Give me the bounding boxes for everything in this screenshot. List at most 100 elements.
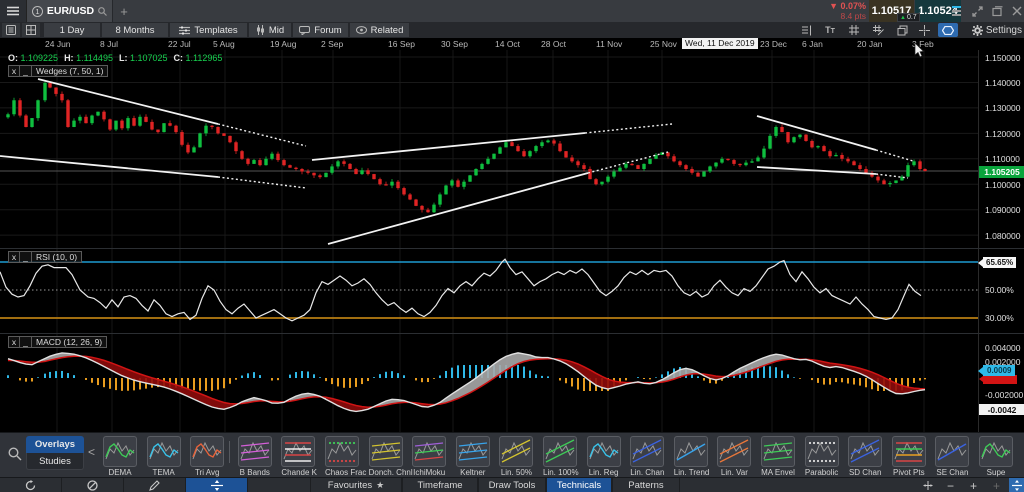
- price-tick: 1.150000: [985, 53, 1020, 63]
- indicator-tile-tema[interactable]: TEMA: [147, 436, 181, 477]
- statusbar-tab-favourites[interactable]: Favourites★: [310, 478, 402, 492]
- indicator-tile-label: MA Envel: [761, 468, 795, 477]
- indicator-tile-keltner[interactable]: Keltner: [456, 436, 490, 477]
- panel-separator[interactable]: [0, 333, 1024, 334]
- plus-icon: +: [970, 479, 977, 492]
- indicator-tile-lin-trend[interactable]: Lin. Trend: [674, 436, 708, 477]
- add-tab-button[interactable]: +: [113, 0, 135, 22]
- rsi-close-button[interactable]: x: [8, 251, 20, 263]
- statusbar-tab-draw-tools[interactable]: Draw Tools: [478, 478, 546, 492]
- timeframe-button[interactable]: 1 Day: [44, 23, 100, 37]
- statusbar-tab-timeframe[interactable]: Timeframe: [402, 478, 478, 492]
- gridlines-toggle-button[interactable]: [844, 23, 864, 37]
- statusbar-tab-technicals[interactable]: Technicals: [546, 478, 612, 492]
- date-tick: 24 Jun: [45, 39, 71, 49]
- crosshair-button[interactable]: [914, 23, 934, 37]
- high-value: 1.114495: [76, 53, 113, 63]
- close-icon[interactable]: [1012, 6, 1022, 16]
- layout-grid-button[interactable]: [22, 23, 40, 37]
- snap-grid-button[interactable]: [868, 23, 888, 37]
- indicator-tile-parabolic[interactable]: Parabolic: [805, 436, 839, 477]
- tab-overlays[interactable]: Overlays: [26, 436, 84, 453]
- indicator-tile-supe[interactable]: Supe: [979, 436, 1013, 477]
- draw-mode-button[interactable]: [124, 478, 186, 492]
- resize-panels-button[interactable]: [1009, 478, 1024, 492]
- panel-separator[interactable]: [0, 248, 1024, 249]
- indicator-tile-ichimoku[interactable]: IchiMoku: [412, 436, 446, 477]
- indicator-tile-sd-chan[interactable]: SD Chan: [848, 436, 882, 477]
- rsi-label: RSI (10, 0): [32, 251, 82, 263]
- date-tick: 30 Sep: [441, 39, 468, 49]
- indicator-search-icon[interactable]: [8, 447, 22, 461]
- fit-chart-button[interactable]: [917, 478, 938, 492]
- zoom-in-button[interactable]: +: [963, 478, 984, 492]
- indicator-tile-label: Lin. 100%: [543, 468, 577, 477]
- settings-button[interactable]: Settings: [972, 23, 1022, 37]
- wedges-label: Wedges (7, 50, 1): [32, 65, 108, 77]
- crosshair-icon: [919, 25, 930, 36]
- price-mode-button[interactable]: Mid: [249, 23, 291, 37]
- indicator-tile-lin-var[interactable]: Lin. Var: [717, 436, 751, 477]
- hamburger-menu-button[interactable]: [0, 0, 27, 22]
- layout-list-button[interactable]: [2, 23, 20, 37]
- price-scale[interactable]: 1.1500001.1400001.1300001.1200001.110000…: [978, 50, 1024, 248]
- text-annotation-button[interactable]: TT: [820, 23, 840, 37]
- chart-tab-eurusd[interactable]: 1 EUR/USD: [27, 0, 113, 22]
- rsi-scale[interactable]: 65.65% 50.00% 30.00%: [978, 248, 1024, 333]
- indicator-tile-donch-chnl[interactable]: Donch. Chnl: [369, 436, 403, 477]
- windows-cascade-button[interactable]: [892, 23, 912, 37]
- statusbar-tab-patterns[interactable]: Patterns: [612, 478, 680, 492]
- popout-window-icon[interactable]: [992, 6, 1003, 17]
- indicator-tile-label: Donch. Chnl: [369, 468, 403, 477]
- hamburger-icon: [7, 6, 19, 16]
- indicator-category-tabs: Overlays Studies: [26, 436, 84, 470]
- indicator-tile-pivot-pts[interactable]: Pivot Pts: [892, 436, 926, 477]
- indicator-tile-lin-100-[interactable]: Lin. 100%: [543, 436, 577, 477]
- search-icon[interactable]: [98, 7, 107, 16]
- indicator-tile-label: TEMA: [147, 468, 181, 477]
- indicator-tile-dema[interactable]: DEMA: [103, 436, 137, 477]
- indicator-tile-lin-chan[interactable]: Lin. Chan: [630, 436, 664, 477]
- macd-scale[interactable]: 0.0009 -0.0042 0.0040000.002000-0.002000: [978, 333, 1024, 432]
- clear-drawings-button[interactable]: [62, 478, 124, 492]
- price-change: ▼ 0.07% 8.4 pts: [829, 1, 866, 21]
- indicator-tile-tri-avg[interactable]: Tri Avg: [190, 436, 224, 477]
- date-axis[interactable]: 24 Jun8 Jul22 Jul5 Aug19 Aug2 Sep16 Sep3…: [0, 38, 978, 50]
- rsi-level-badge: 65.65%: [983, 257, 1016, 268]
- selection-tool-button[interactable]: [938, 23, 958, 37]
- chart-type-icon[interactable]: [952, 5, 963, 17]
- wedges-close-button[interactable]: x: [8, 65, 20, 77]
- macd-minimize-button[interactable]: _: [20, 336, 32, 348]
- strip-prev-arrow[interactable]: <: [88, 445, 95, 459]
- rsi-minimize-button[interactable]: _: [20, 251, 32, 263]
- macd-panel[interactable]: [0, 333, 978, 432]
- indicator-tile-se-chan[interactable]: SE Chan: [935, 436, 969, 477]
- indicator-tile-b-bands[interactable]: B Bands: [238, 436, 272, 477]
- resize-icon[interactable]: [972, 6, 983, 17]
- indicator-thumbnail: [147, 436, 181, 467]
- indicator-tile-lin-50-[interactable]: Lin. 50%: [499, 436, 533, 477]
- tab-studies[interactable]: Studies: [26, 453, 84, 470]
- indicator-thumbnail: [630, 436, 664, 467]
- range-button[interactable]: 8 Months: [102, 23, 168, 37]
- forum-button[interactable]: Forum: [293, 23, 348, 37]
- pan-mode-button[interactable]: +: [986, 478, 1007, 492]
- date-tick: 2 Sep: [321, 39, 343, 49]
- macd-close-button[interactable]: x: [8, 336, 20, 348]
- indicator-tile-lin-reg[interactable]: Lin. Reg: [587, 436, 621, 477]
- related-button[interactable]: Related: [350, 23, 409, 37]
- indicator-tile-chaos-frac[interactable]: Chaos Frac: [325, 436, 359, 477]
- split-panels-button[interactable]: [186, 478, 248, 492]
- templates-button[interactable]: Templates: [170, 23, 247, 37]
- zoom-out-button[interactable]: −: [940, 478, 961, 492]
- spread-badge: ▲ 0.7: [897, 13, 920, 22]
- price-chart-panel[interactable]: [0, 50, 978, 248]
- news-panel-button[interactable]: [796, 23, 816, 37]
- indicator-tile-ma-envel[interactable]: MA Envel: [761, 436, 795, 477]
- indicator-thumbnail: [325, 436, 359, 467]
- indicator-tile-chande-k[interactable]: Chande K: [281, 436, 315, 477]
- reset-chart-button[interactable]: [0, 478, 62, 492]
- rsi-panel[interactable]: [0, 248, 978, 333]
- wedges-minimize-button[interactable]: _: [20, 65, 32, 77]
- date-tick: 16 Sep: [388, 39, 415, 49]
